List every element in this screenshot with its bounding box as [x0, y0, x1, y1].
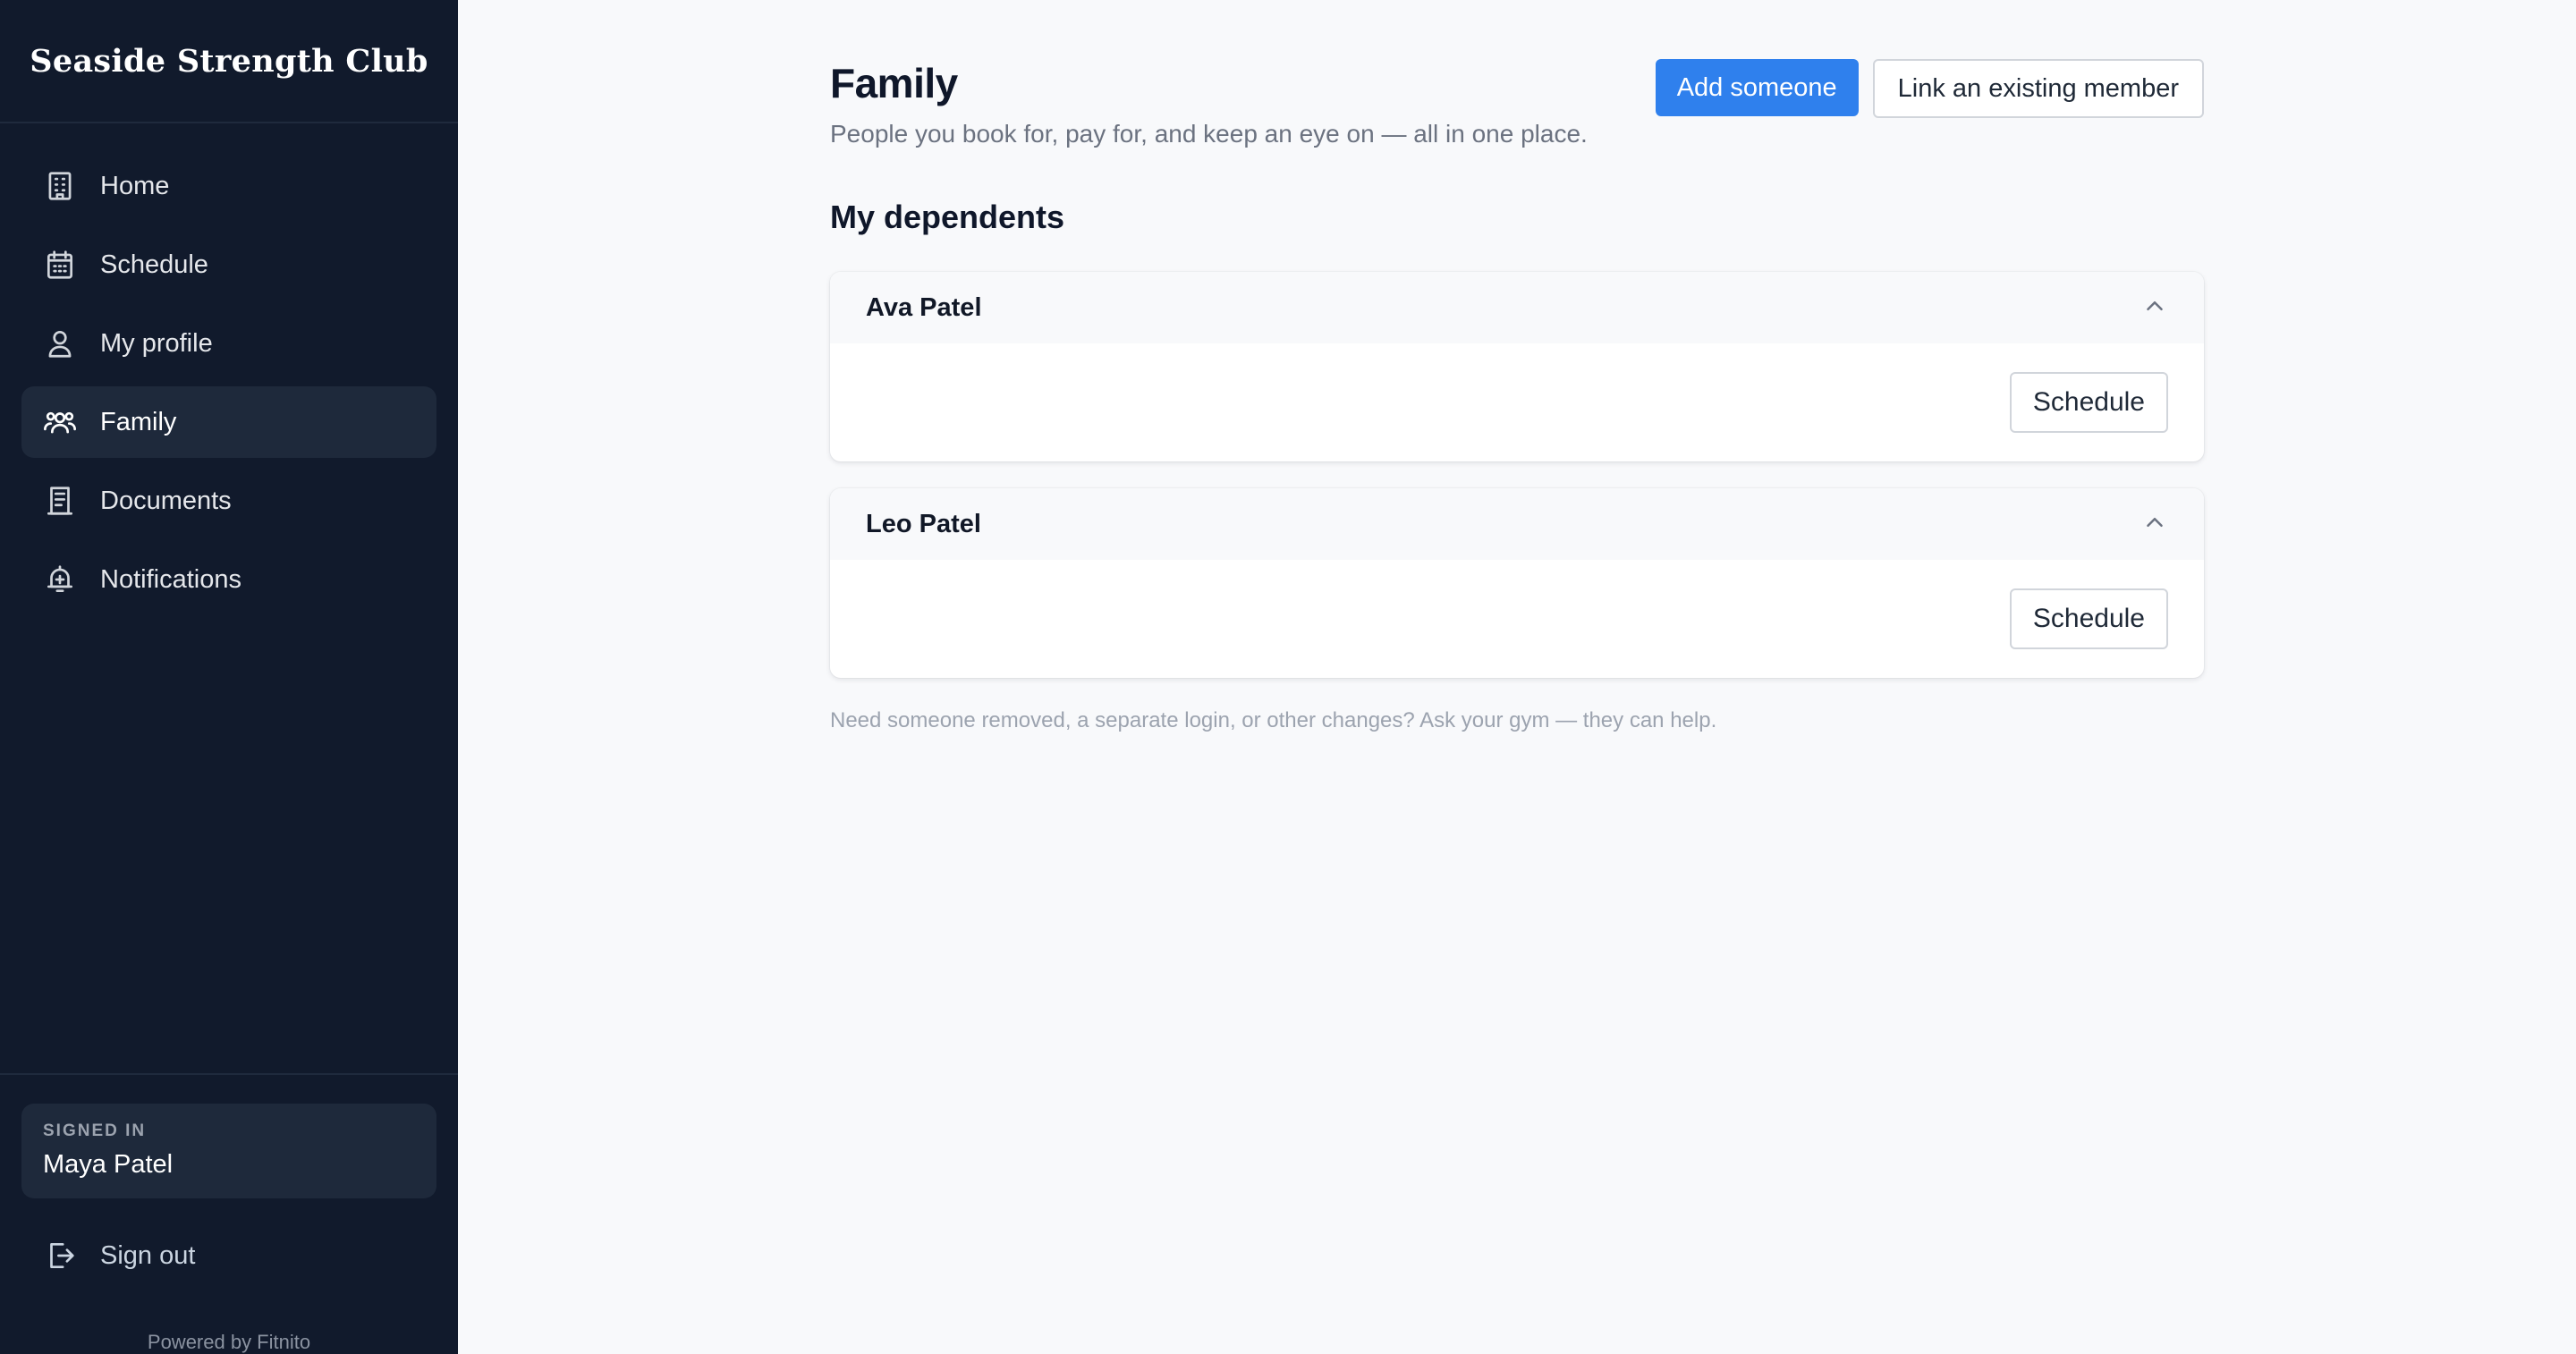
building-icon — [43, 169, 77, 203]
sign-out-icon — [43, 1239, 77, 1273]
sidebar-item-label: Schedule — [100, 250, 208, 279]
dependent-name: Ava Patel — [866, 292, 982, 322]
dependent-card-body: Schedule — [830, 343, 2204, 461]
sidebar-item-documents[interactable]: Documents — [21, 465, 436, 537]
signed-in-user-name: Maya Patel — [43, 1150, 174, 1179]
section-title: My dependents — [830, 199, 1065, 235]
add-someone-button[interactable]: Add someone — [1655, 59, 1859, 116]
signed-in-card: SIGNED IN Maya Patel — [21, 1104, 436, 1198]
sidebar: Seaside Strength Club Home Schedule My p… — [0, 0, 458, 1354]
schedule-button[interactable]: Schedule — [2009, 372, 2168, 433]
dependent-card: Leo Patel Schedule — [830, 488, 2204, 678]
dependent-card-header[interactable]: Leo Patel — [830, 488, 2204, 560]
family-page: Family People you book for, pay for, and… — [830, 59, 2204, 733]
main-content: Family People you book for, pay for, and… — [458, 0, 2576, 1354]
link-existing-member-button[interactable]: Link an existing member — [1872, 59, 2204, 118]
sidebar-item-label: Family — [100, 407, 177, 436]
calendar-icon — [43, 248, 77, 282]
sidebar-item-family[interactable]: Family — [21, 386, 436, 458]
sidebar-account: SIGNED IN Maya Patel Sign out Powered by… — [0, 1073, 458, 1354]
sidebar-item-my-profile[interactable]: My profile — [21, 308, 436, 379]
sidebar-item-label: Home — [100, 171, 170, 200]
user-icon — [43, 326, 77, 360]
bell-icon — [43, 563, 77, 597]
dependent-card-header[interactable]: Ava Patel — [830, 272, 2204, 343]
chevron-up-icon[interactable] — [2141, 292, 2168, 324]
sidebar-item-schedule[interactable]: Schedule — [21, 229, 436, 300]
chevron-up-icon[interactable] — [2141, 509, 2168, 540]
sidebar-item-label: Documents — [100, 486, 232, 515]
sign-out-label: Sign out — [100, 1240, 196, 1270]
page-title: Family — [830, 60, 958, 106]
sidebar-item-notifications[interactable]: Notifications — [21, 544, 436, 615]
schedule-button[interactable]: Schedule — [2009, 588, 2168, 649]
dependent-card: Ava Patel Schedule — [830, 272, 2204, 461]
brand-logo[interactable]: Seaside Strength Club — [0, 0, 458, 123]
signed-in-label: SIGNED IN — [43, 1121, 147, 1140]
dependent-name: Leo Patel — [866, 509, 981, 538]
document-icon — [43, 484, 77, 518]
page-subtitle: People you book for, pay for, and keep a… — [830, 120, 1588, 148]
users-icon — [43, 405, 77, 439]
sign-out-button[interactable]: Sign out — [21, 1220, 436, 1291]
sidebar-item-label: My profile — [100, 328, 213, 358]
help-footnote: Need someone removed, a separate login, … — [830, 708, 1717, 732]
sidebar-item-label: Notifications — [100, 564, 242, 594]
powered-by: Powered by Fitnito — [147, 1331, 311, 1353]
sidebar-nav: Home Schedule My profile Family Document… — [0, 123, 458, 1073]
page-header: Family People you book for, pay for, and… — [830, 59, 2204, 148]
dependent-card-body: Schedule — [830, 560, 2204, 678]
sidebar-item-home[interactable]: Home — [21, 150, 436, 222]
header-actions: Add someone Link an existing member — [1655, 59, 2204, 118]
